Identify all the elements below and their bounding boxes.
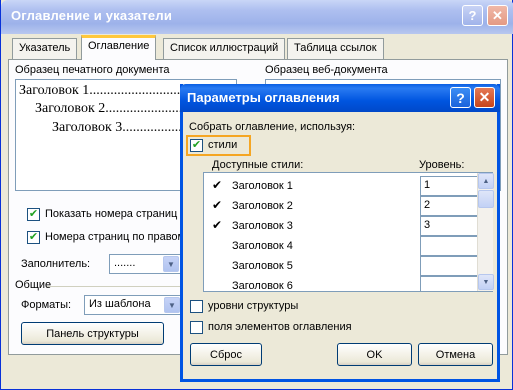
dialog-titlebar: Параметры оглавления ? ✕ — [180, 84, 500, 112]
row-check-icon: ✔ — [212, 198, 223, 212]
style-row-name[interactable]: Заголовок 5 — [232, 260, 293, 272]
scroll-thumb[interactable] — [478, 190, 494, 208]
reset-button[interactable]: Сброс — [190, 343, 262, 366]
style-row-name[interactable]: Заголовок 1 — [232, 180, 293, 192]
right-align-label: Номера страниц по правому — [45, 231, 191, 243]
preview-line-1: Заголовок 1.............................… — [19, 83, 195, 98]
styles-list: ✔ Заголовок 1 1 ✔ Заголовок 2 2 ✔ Заголо… — [203, 172, 494, 292]
formats-select[interactable]: Из шаблона ▼ — [84, 295, 182, 315]
styles-scrollbar[interactable]: ▲ ▼ — [477, 173, 494, 291]
right-align-checkbox[interactable]: ✔ — [27, 231, 40, 244]
filler-label: Заполнитель: — [21, 258, 91, 270]
general-label: Общие — [15, 279, 52, 291]
show-page-numbers-checkbox[interactable]: ✔ — [27, 208, 40, 221]
preview-line-2: Заголовок 2............................ — [35, 101, 204, 116]
tab-authorities[interactable]: Таблица ссылок — [287, 38, 384, 59]
close-icon[interactable]: ✕ — [487, 5, 508, 26]
available-styles-label: Доступные стили: — [212, 159, 304, 171]
level-input[interactable]: 3 — [420, 216, 478, 236]
ok-button[interactable]: OK — [337, 343, 412, 366]
toc-fields-label: поля элементов оглавления — [208, 321, 352, 333]
styles-label: стили — [208, 139, 238, 151]
group-divider — [47, 286, 187, 287]
scroll-down-icon[interactable]: ▼ — [478, 274, 494, 290]
window-titlebar: Оглавление и указатели ? ✕ — [1, 0, 513, 34]
close-icon[interactable]: ✕ — [474, 87, 495, 108]
row-check-icon: ✔ — [212, 178, 223, 192]
dialog-title: Параметры оглавления — [187, 90, 340, 105]
web-preview-label: Образец веб-документа — [265, 64, 388, 76]
styles-checkbox[interactable]: ✔ — [190, 139, 203, 152]
chevron-down-icon: ▼ — [163, 256, 179, 272]
style-row-name[interactable]: Заголовок 4 — [232, 240, 293, 252]
formats-value: Из шаблона — [89, 298, 151, 310]
tab-figures[interactable]: Список иллюстраций — [163, 38, 286, 59]
show-page-numbers-label: Показать номера страниц — [45, 208, 178, 220]
style-row-name[interactable]: Заголовок 3 — [232, 220, 293, 232]
outline-levels-label: уровни структуры — [208, 300, 299, 312]
help-icon[interactable]: ? — [462, 5, 483, 26]
print-preview-label: Образец печатного документа — [15, 64, 170, 76]
style-row-name[interactable]: Заголовок 6 — [232, 280, 293, 292]
level-input[interactable]: 2 — [420, 196, 478, 216]
level-input[interactable] — [420, 256, 478, 276]
chevron-down-icon: ▼ — [164, 297, 180, 313]
toc-fields-checkbox[interactable] — [190, 321, 203, 334]
outline-toolbar-button[interactable]: Панель структуры — [21, 322, 164, 345]
row-check-icon: ✔ — [212, 218, 223, 232]
filler-value: ....... — [114, 257, 136, 269]
level-input[interactable]: 1 — [420, 176, 478, 196]
style-row-name[interactable]: Заголовок 2 — [232, 200, 293, 212]
tab-index[interactable]: Указатель — [12, 38, 78, 59]
help-icon[interactable]: ? — [450, 87, 471, 108]
scroll-up-icon[interactable]: ▲ — [478, 173, 494, 189]
toc-options-dialog: Параметры оглавления ? ✕ Собрать оглавле… — [180, 84, 500, 382]
formats-label: Форматы: — [21, 299, 72, 311]
filler-select[interactable]: ....... ▼ — [109, 254, 181, 274]
tab-toc[interactable]: Оглавление — [81, 35, 157, 60]
build-label: Собрать оглавление, используя: — [189, 121, 356, 133]
outline-levels-checkbox[interactable] — [190, 300, 203, 313]
level-input[interactable] — [420, 236, 478, 256]
cancel-button[interactable]: Отмена — [418, 343, 493, 366]
level-label: Уровень: — [419, 159, 465, 171]
window-title: Оглавление и указатели — [11, 8, 173, 23]
level-input[interactable] — [420, 276, 478, 292]
